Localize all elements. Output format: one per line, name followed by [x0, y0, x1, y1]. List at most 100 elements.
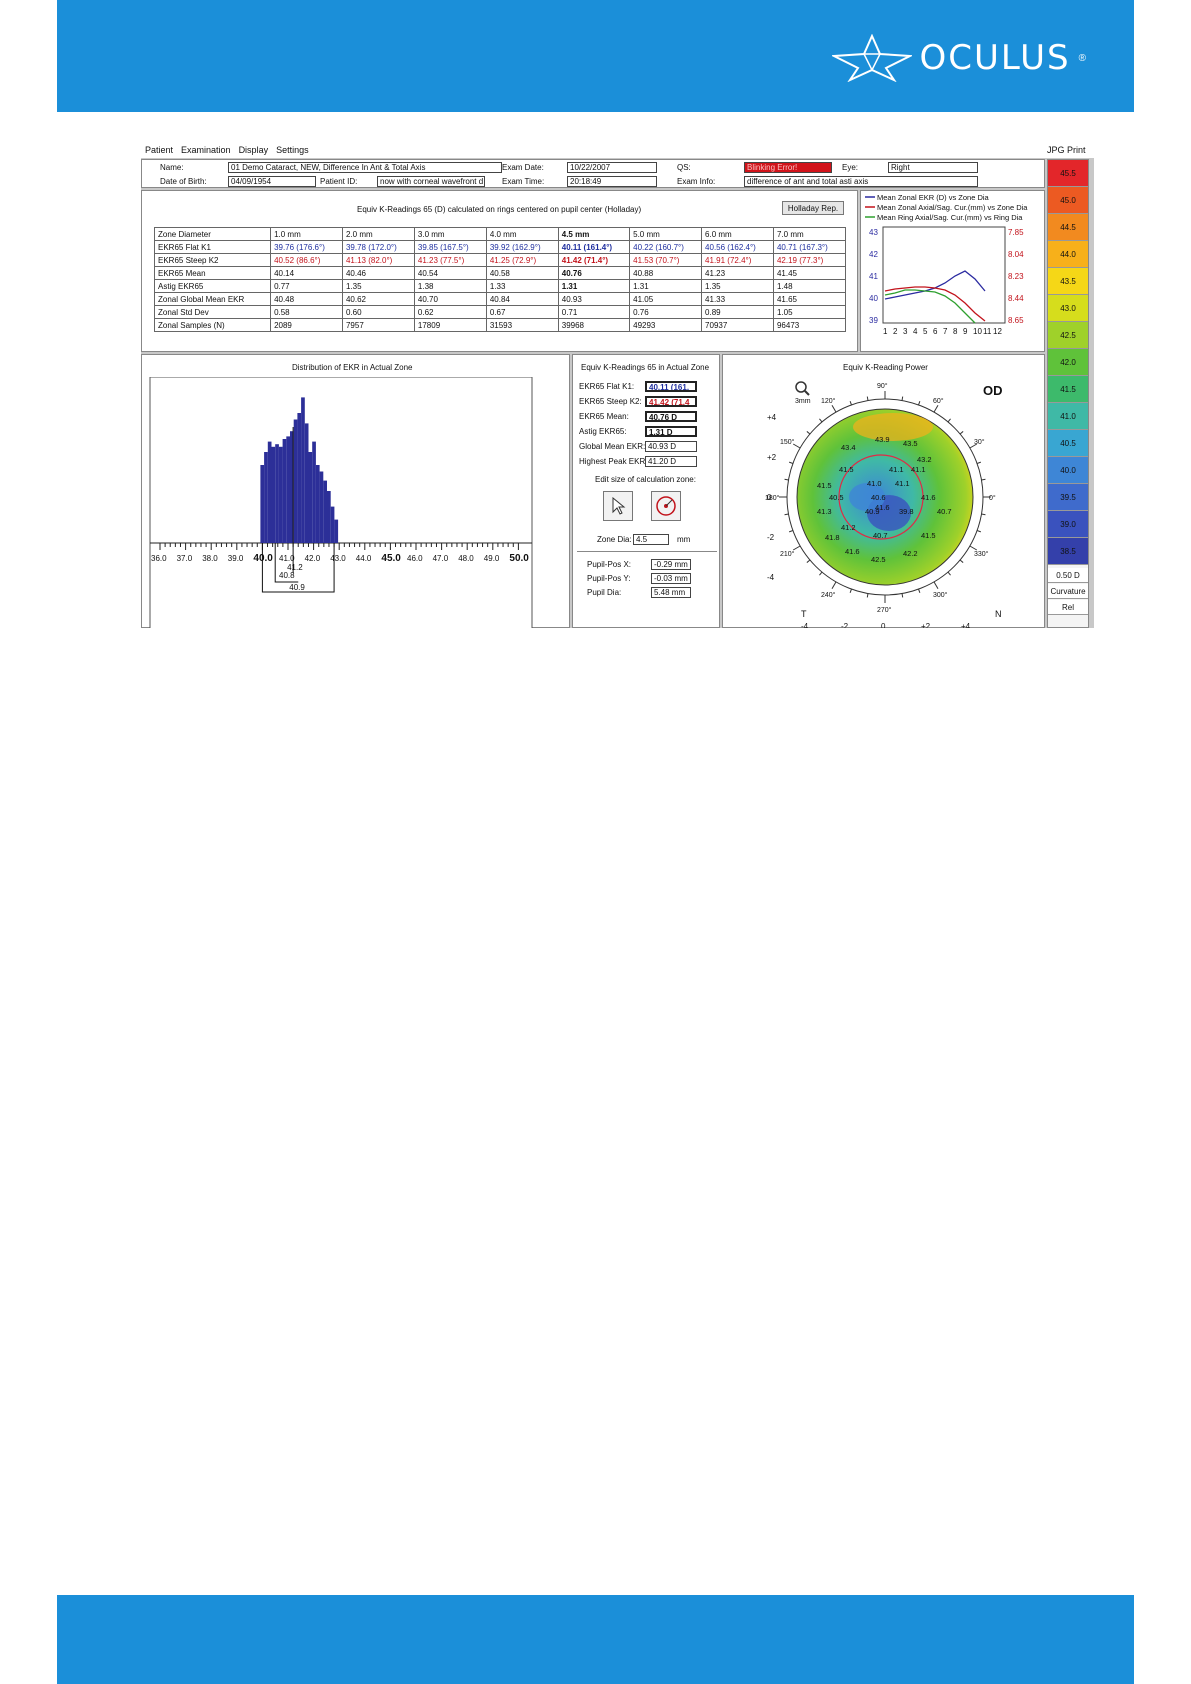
map-value: 40.9	[865, 507, 880, 516]
patient-id-field[interactable]: now with corneal wavefront d	[377, 176, 485, 187]
table-cell: 39.85 (167.5°)	[413, 240, 487, 254]
table-cell: 0.62	[413, 305, 487, 319]
table-cell: 41.45	[772, 266, 847, 280]
scale-cell: 39.0	[1048, 511, 1088, 538]
magnifier-icon	[804, 390, 810, 396]
angle-tick	[981, 478, 986, 481]
oculus-star-icon	[831, 34, 912, 82]
temporal-label: T	[801, 609, 807, 619]
table-cell: 41.05	[629, 292, 703, 306]
histogram-x-tick: 38.0	[202, 554, 218, 563]
holladay-report-button[interactable]: Holladay Rep.	[782, 201, 844, 215]
axis-bottom-tick: -4	[801, 622, 809, 628]
table-header-cell: 4.5 mm	[557, 227, 631, 241]
name-field[interactable]: 01 Demo Cataract, NEW, Difference In Ant…	[228, 162, 502, 173]
k-readings-panel: Equiv K-Readings 65 (D) calculated on ri…	[141, 190, 858, 352]
menu-settings[interactable]: Settings	[272, 145, 313, 155]
right-tick: 8.04	[1008, 250, 1024, 259]
angle-tick	[976, 530, 982, 533]
plot-frame	[882, 226, 1006, 324]
x-tick: 4	[913, 327, 918, 336]
x-tick: 6	[933, 327, 938, 336]
map-value: 41.8	[825, 533, 840, 542]
table-cell: 1.48	[772, 279, 847, 293]
angle-tick	[819, 418, 823, 423]
histogram-x-tick: 47.0	[433, 554, 449, 563]
angle-tick	[976, 461, 982, 464]
exam-info-label: Exam Info:	[677, 177, 716, 186]
map-value: 41.1	[895, 479, 910, 488]
histogram-bar	[286, 436, 290, 543]
histogram-x-tick: 45.0	[381, 553, 401, 564]
magnifier-icon[interactable]	[795, 381, 807, 393]
registered-mark: ®	[1078, 52, 1086, 64]
axis-left-tick: +2	[767, 453, 777, 462]
scale-type[interactable]: Curvature	[1048, 584, 1088, 599]
histogram-bar	[297, 413, 302, 543]
histogram-bar	[293, 419, 298, 543]
axis-bottom-tick: 0	[881, 622, 886, 628]
exam-time-field[interactable]: 20:18:49	[567, 176, 657, 187]
oculus-wordmark: OCULUS	[919, 38, 1071, 78]
print-button[interactable]: Print	[1067, 145, 1086, 155]
table-cell: 49293	[629, 318, 703, 332]
map-value: 41.6	[921, 493, 936, 502]
angle-tick	[901, 396, 904, 401]
table-cell: 42.19 (77.3°)	[772, 253, 847, 267]
scale-cell: 40.5	[1048, 430, 1088, 457]
scale-cell: 41.0	[1048, 403, 1088, 430]
exam-info-field[interactable]: difference of ant and total asti axis	[744, 176, 978, 187]
histogram-panel: Distribution of EKR in Actual Zone 36.0 3…	[141, 354, 570, 628]
angle-label: 120°	[821, 397, 836, 405]
pointer-tool-button[interactable]	[603, 491, 633, 521]
patient-header: Name: 01 Demo Cataract, NEW, Difference …	[141, 159, 1045, 188]
table-header-cell: 7.0 mm	[772, 227, 847, 241]
histogram-bar	[308, 452, 313, 543]
angle-tick	[866, 396, 869, 401]
histogram-bar	[260, 465, 265, 543]
table-cell: 40.56 (162.4°)	[701, 240, 774, 254]
x-tick: 12	[993, 327, 1002, 336]
map-value: 41.3	[817, 507, 832, 516]
table-row: EKR65 Flat K1 39.76 (176.6°) 39.78 (172.0°…	[153, 240, 847, 254]
qs-status: Blinking Error!	[744, 162, 832, 173]
table-cell: 41.23	[701, 266, 774, 280]
table-cell: 0.89	[701, 305, 774, 319]
menu-patient[interactable]: Patient	[141, 145, 177, 155]
table-row: Astig EKR65 0.77 1.35 1.38 1.33 1.31 1.31 1.35 1…	[153, 279, 847, 293]
scale-cell: 42.0	[1048, 349, 1088, 376]
map-value: 43.9	[875, 435, 890, 444]
zone-target-button[interactable]	[651, 491, 681, 521]
actual-zone-label: EKR65 Steep K2:	[579, 397, 642, 406]
actual-zone-value: 1.31 D	[645, 426, 697, 437]
table-cell: 40.76	[557, 266, 631, 280]
pupil-value: 5.48 mm	[651, 587, 691, 598]
menu-display[interactable]: Display	[235, 145, 273, 155]
jpg-button[interactable]: JPG	[1047, 145, 1065, 155]
histogram-svg: 36.0 37.0 38.0 39.0 40.0 41.0 42.0 43.0 44.0 45.0…	[149, 377, 533, 628]
angle-tick	[918, 588, 921, 594]
histogram-x-tick: 48.0	[458, 554, 474, 563]
map-value: 41.0	[867, 479, 882, 488]
exam-date-field[interactable]: 10/22/2007	[567, 162, 657, 173]
histogram-x-tick: 37.0	[177, 554, 193, 563]
scale-cell: 45.5	[1048, 160, 1088, 187]
table-cell: 2089	[270, 318, 343, 332]
scale-mode[interactable]: Rel	[1048, 600, 1088, 615]
eye-field[interactable]: Right	[888, 162, 978, 173]
table-cell: 40.54	[413, 266, 487, 280]
footer-band	[57, 1595, 1134, 1684]
table-cell: 1.33	[485, 279, 559, 293]
dob-field[interactable]: 04/09/1954	[228, 176, 316, 187]
map-value: 41.2	[841, 523, 856, 532]
angle-label: 210°	[780, 550, 795, 558]
k-power-map-panel: Equiv K-Reading Power 30° 60° 90° 120° 150° 1…	[722, 354, 1045, 628]
pupil-label: Pupil Dia:	[587, 588, 622, 597]
table-row: EKR65 Steep K2 40.52 (86.6°) 41.13 (82.0°)…	[153, 253, 847, 267]
histogram-x-tick: 44.0	[356, 554, 372, 563]
angle-label: 0°	[989, 494, 996, 502]
right-tick: 8.65	[1008, 316, 1024, 325]
zone-dia-input[interactable]: 4.5	[633, 534, 669, 545]
menu-examination[interactable]: Examination	[177, 145, 235, 155]
scale-step: 0.50 D	[1048, 568, 1088, 583]
